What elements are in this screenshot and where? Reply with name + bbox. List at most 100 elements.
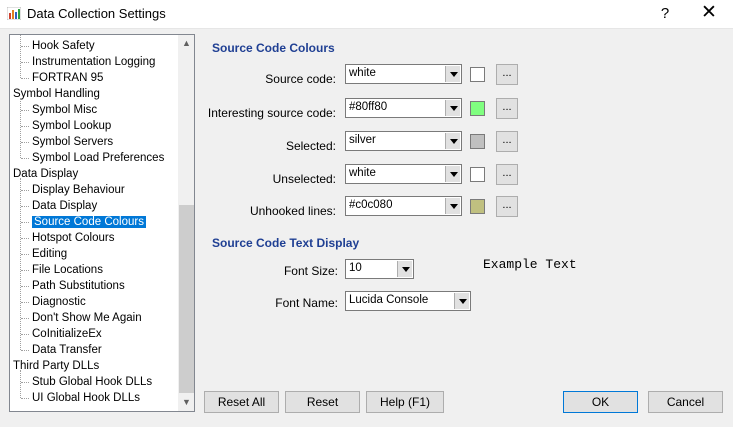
cancel-button[interactable]: Cancel: [648, 391, 723, 413]
tree-category[interactable]: Symbol Handling: [13, 86, 100, 102]
tree-item[interactable]: Data Transfer: [32, 342, 102, 358]
reset-all-button[interactable]: Reset All: [204, 391, 279, 413]
tree-connector: [21, 158, 29, 159]
tree-item-label: Source Code Colours: [32, 216, 146, 228]
colour-select[interactable]: white: [345, 164, 462, 184]
font-size-label: Font Size:: [283, 264, 338, 278]
tree-connector: [21, 46, 29, 47]
tree-item-label: Data Display: [13, 168, 79, 180]
tree-connector: [21, 62, 29, 63]
tree-item-label: Diagnostic: [32, 296, 86, 308]
tree-connector: [20, 35, 21, 78]
tree-item-label: UI Global Hook DLLs: [32, 392, 141, 404]
tree-item[interactable]: Symbol Load Preferences: [32, 150, 164, 166]
colour-value: white: [349, 67, 376, 79]
colour-row-label: Interesting source code:: [207, 106, 336, 120]
tree-connector: [21, 206, 29, 207]
font-name-value: Lucida Console: [349, 294, 429, 306]
tree-item[interactable]: Symbol Servers: [32, 134, 113, 150]
tree-item[interactable]: Hook Safety: [32, 38, 95, 54]
tree-connector: [21, 190, 29, 191]
tree-connector: [21, 382, 29, 383]
colour-select[interactable]: #c0c080: [345, 196, 462, 216]
tree-connector: [21, 398, 29, 399]
ok-button[interactable]: OK: [563, 391, 638, 413]
tree-item[interactable]: Path Substitutions: [32, 278, 125, 294]
tree-connector: [20, 98, 21, 158]
chevron-down-icon[interactable]: [445, 100, 460, 116]
choose-colour-button[interactable]: ...: [496, 164, 518, 185]
colour-select[interactable]: silver: [345, 131, 462, 151]
colour-row-label: Selected:: [285, 139, 336, 153]
tree-item[interactable]: Symbol Misc: [32, 102, 97, 118]
tree-item-label: Instrumentation Logging: [32, 56, 156, 68]
tree-item[interactable]: Hotspot Colours: [32, 230, 114, 246]
chevron-down-icon[interactable]: [445, 66, 460, 82]
tree-scrollbar[interactable]: ▲ ▼: [178, 35, 194, 411]
example-text: Example Text: [483, 257, 577, 272]
choose-colour-button[interactable]: ...: [496, 64, 518, 85]
colour-select[interactable]: #80ff80: [345, 98, 462, 118]
tree-item[interactable]: Stub Global Hook DLLs: [32, 374, 152, 390]
tree-connector: [21, 238, 29, 239]
tree-connector: [20, 178, 21, 350]
tree-item[interactable]: Data Display: [32, 198, 97, 214]
tree-item-label: Symbol Lookup: [32, 120, 112, 132]
tree-item[interactable]: Display Behaviour: [32, 182, 125, 198]
colour-select[interactable]: white: [345, 64, 462, 84]
tree-connector: [21, 302, 29, 303]
tree-item-label: Stub Global Hook DLLs: [32, 376, 153, 388]
close-button[interactable]: ✕: [690, 2, 728, 26]
tree-item-label: Path Substitutions: [32, 280, 125, 292]
tree-category[interactable]: Third Party DLLs: [13, 358, 99, 374]
tree-connector: [20, 370, 21, 398]
choose-colour-button[interactable]: ...: [496, 98, 518, 119]
chevron-down-icon[interactable]: [445, 166, 460, 182]
chevron-down-icon[interactable]: [445, 133, 460, 149]
help-title-button[interactable]: ?: [650, 2, 680, 26]
settings-tree[interactable]: ▲ ▼ Hook Safety Instrumentation Logging FO…: [9, 34, 195, 412]
colour-row-label: Source code:: [265, 72, 336, 86]
colour-value: #80ff80: [349, 101, 388, 113]
tree-item-label: FORTRAN 95: [32, 72, 104, 84]
reset-button[interactable]: Reset: [285, 391, 360, 413]
tree-item[interactable]: Instrumentation Logging: [32, 54, 155, 70]
tree-item-label: Symbol Load Preferences: [32, 152, 165, 164]
scroll-up-icon[interactable]: ▲: [178, 35, 194, 52]
tree-item[interactable]: Don't Show Me Again: [32, 310, 142, 326]
chevron-down-icon[interactable]: [454, 293, 469, 309]
tree-item-label: Third Party DLLs: [13, 360, 100, 372]
tree-item-label: CoInitializeEx: [32, 328, 102, 340]
tree-item-label: Editing: [32, 248, 68, 260]
tree-item-label: Symbol Handling: [13, 88, 100, 100]
tree-item[interactable]: FORTRAN 95: [32, 70, 103, 86]
tree-connector: [21, 78, 29, 79]
tree-item[interactable]: UI Global Hook DLLs: [32, 390, 140, 406]
tree-item[interactable]: File Locations: [32, 262, 103, 278]
tree-item[interactable]: Editing: [32, 246, 67, 262]
text-display-heading: Source Code Text Display: [212, 236, 360, 250]
font-name-select[interactable]: Lucida Console: [345, 291, 471, 311]
tree-item[interactable]: CoInitializeEx: [32, 326, 102, 342]
tree-item[interactable]: Source Code Colours: [32, 214, 146, 230]
tree-connector: [21, 222, 29, 223]
tree-item[interactable]: Symbol Lookup: [32, 118, 111, 134]
font-size-select[interactable]: 10: [345, 259, 414, 279]
colour-swatch: [470, 101, 485, 116]
colour-swatch: [470, 67, 485, 82]
colour-swatch: [470, 134, 485, 149]
help-button[interactable]: Help (F1): [366, 391, 444, 413]
scroll-down-icon[interactable]: ▼: [178, 394, 194, 411]
chevron-down-icon[interactable]: [397, 261, 412, 277]
tree-connector: [21, 318, 29, 319]
choose-colour-button[interactable]: ...: [496, 131, 518, 152]
colour-row-label: Unselected:: [272, 172, 336, 186]
tree-connector: [21, 350, 29, 351]
tree-item[interactable]: Diagnostic: [32, 294, 86, 310]
colour-row-label: Unhooked lines:: [249, 204, 336, 218]
choose-colour-button[interactable]: ...: [496, 196, 518, 217]
tree-category[interactable]: Data Display: [13, 166, 78, 182]
app-chart-icon: [7, 7, 21, 20]
scroll-thumb[interactable]: [179, 205, 194, 393]
chevron-down-icon[interactable]: [445, 198, 460, 214]
